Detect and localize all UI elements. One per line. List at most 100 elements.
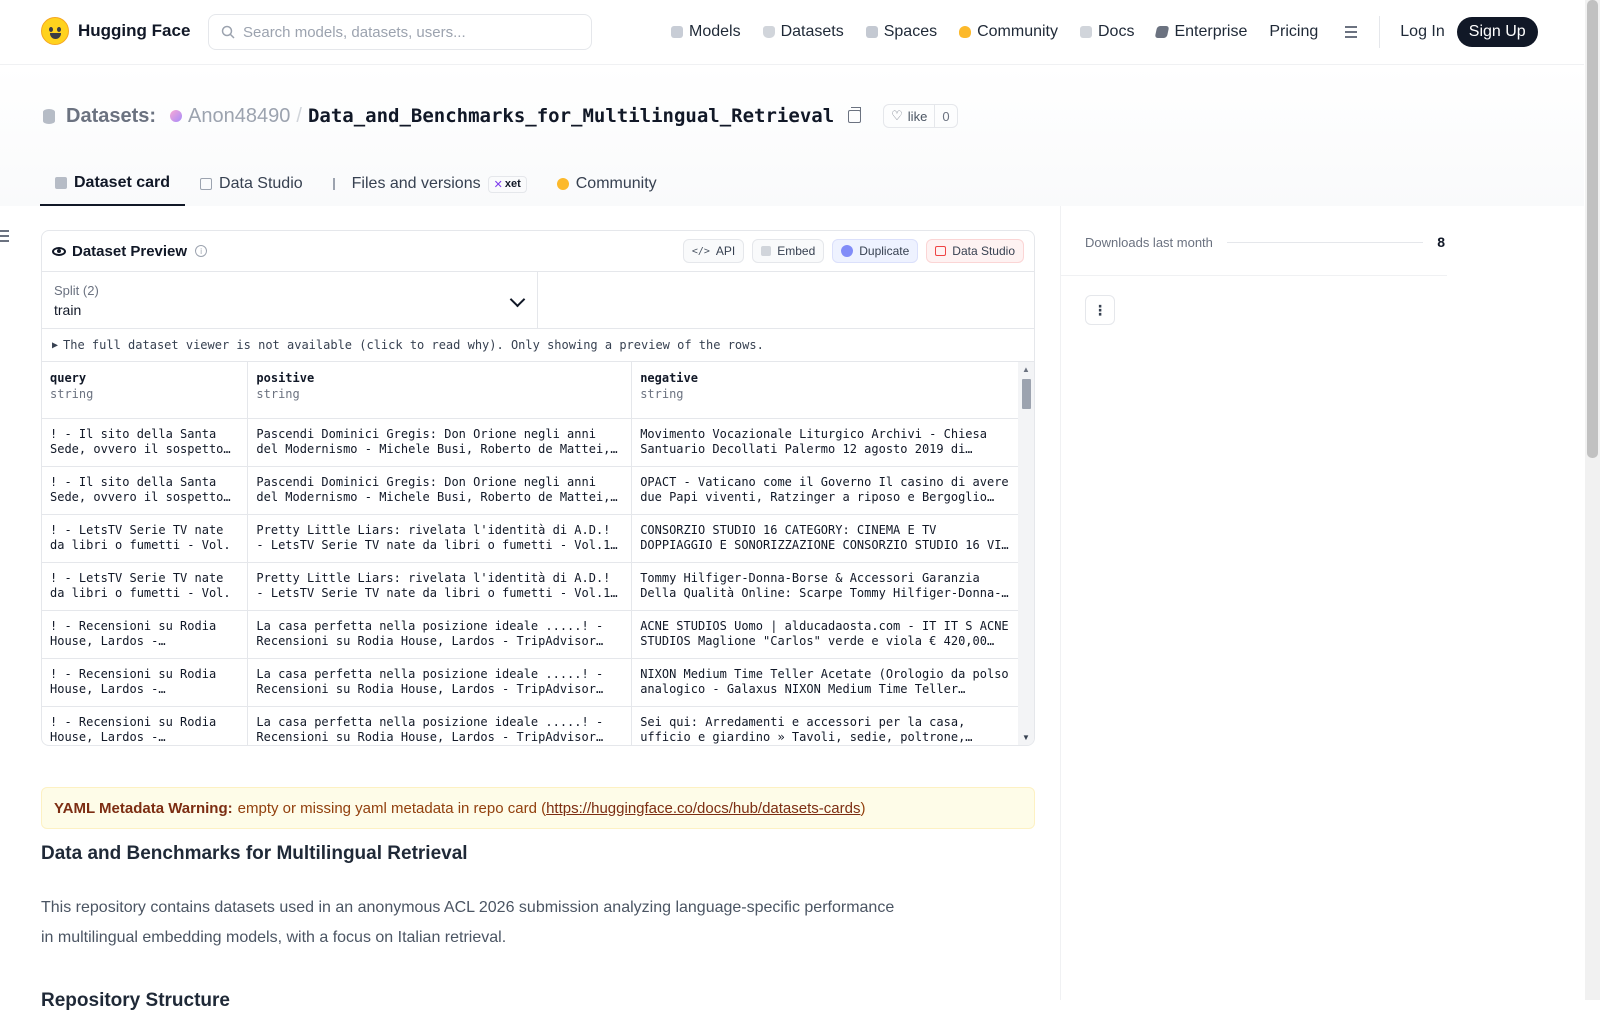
- tab-dataset-card[interactable]: Dataset card: [40, 162, 186, 206]
- column-header[interactable]: negative string: [631, 362, 1020, 419]
- main-nav-links: Models Datasets Spaces Community Docs En…: [660, 0, 1538, 64]
- data-studio-button[interactable]: Data Studio: [926, 239, 1024, 263]
- table-cell[interactable]: ! - Recensioni su Rodia House, Lardos - …: [42, 706, 249, 745]
- table-cell[interactable]: La casa perfetta nella posizione ideale …: [247, 610, 633, 659]
- table-cell[interactable]: OPACT - Vaticano come il Governo Il casi…: [631, 466, 1020, 515]
- tab-files-and-versions[interactable]: Files and versions ✕ xet: [318, 162, 542, 206]
- table-cell[interactable]: Pretty Little Liars: rivelata l'identità…: [247, 562, 633, 611]
- split-label: Split (2): [54, 283, 99, 298]
- nav-community[interactable]: Community: [948, 0, 1069, 64]
- login-link[interactable]: Log In: [1388, 23, 1456, 41]
- search-box[interactable]: [208, 14, 592, 50]
- downloads-sparkline: [1226, 241, 1424, 243]
- hugging-face-logo-icon: [41, 17, 69, 45]
- scroll-down-arrow-icon[interactable]: ▼: [1022, 733, 1030, 742]
- datasets-cards-link[interactable]: https://huggingface.co/docs/hub/datasets…: [546, 800, 860, 817]
- repo-tabs: Dataset card Data Studio Files and versi…: [40, 162, 672, 206]
- scroll-up-arrow-icon[interactable]: ▲: [1022, 365, 1030, 374]
- api-button[interactable]: </> API: [682, 239, 745, 263]
- nav-models[interactable]: Models: [660, 0, 752, 64]
- table-cell[interactable]: Pascendi Dominici Gregis: Don Orione neg…: [247, 418, 633, 467]
- table-cell[interactable]: ! - Recensioni su Rodia House, Lardos - …: [42, 610, 249, 659]
- page-scrollbar[interactable]: [1585, 0, 1600, 1000]
- downloads-value: 8: [1437, 234, 1445, 250]
- preview-header: Dataset Preview i </> API Embed Duplicate…: [42, 231, 1034, 272]
- kebab-icon: ⋮: [1093, 301, 1107, 318]
- card-description: This repository contains datasets used i…: [41, 899, 895, 946]
- docs-icon: [1080, 26, 1092, 38]
- table-cell[interactable]: ! - Il sito della Santa Sede, ovvero il …: [42, 466, 249, 515]
- search-input[interactable]: [243, 23, 573, 41]
- warning-text-close: ): [860, 799, 866, 817]
- like-count[interactable]: 0: [935, 109, 956, 124]
- nav-enterprise[interactable]: Enterprise: [1145, 0, 1258, 64]
- preview-actions: </> API Embed Duplicate Data Studio: [682, 239, 1024, 263]
- column-header[interactable]: query string: [42, 362, 249, 419]
- more-options-button[interactable]: ⋮: [1085, 295, 1115, 325]
- nav-datasets[interactable]: Datasets: [752, 0, 855, 64]
- column-header[interactable]: positive string: [247, 362, 633, 419]
- repo-owner-link[interactable]: Anon48490: [188, 105, 290, 128]
- table-row[interactable]: ! - Recensioni su Rodia House, Lardos - …: [42, 610, 1020, 659]
- table-cell[interactable]: ! - LetsTV Serie TV nate da libri o fume…: [42, 514, 249, 563]
- duplicate-button[interactable]: Duplicate: [832, 239, 919, 263]
- table-cell[interactable]: Tommy Hilfiger-Donna-Borse & Accessori G…: [631, 562, 1020, 611]
- table-cell[interactable]: Pretty Little Liars: rivelata l'identità…: [247, 514, 633, 563]
- spaces-icon: [865, 26, 878, 38]
- table-cell[interactable]: ! - Recensioni su Rodia House, Lardos - …: [42, 658, 249, 707]
- table-row[interactable]: ! - Il sito della Santa Sede, ovvero il …: [42, 418, 1020, 467]
- table-cell[interactable]: Pascendi Dominici Gregis: Don Orione neg…: [247, 466, 633, 515]
- xet-icon: ✕: [493, 178, 503, 191]
- xet-badge: ✕ xet: [487, 175, 527, 193]
- duplicate-icon: [841, 245, 854, 257]
- dataset-preview: Dataset Preview i </> API Embed Duplicate…: [41, 230, 1035, 746]
- like-widget: ♡ like 0: [883, 104, 958, 128]
- page-scrollbar-thumb[interactable]: [1587, 0, 1598, 458]
- table-row[interactable]: ! - Recensioni su Rodia House, Lardos - …: [42, 658, 1020, 707]
- table-cell[interactable]: ! - Il sito della Santa Sede, ovvero il …: [42, 418, 249, 467]
- nav-pricing[interactable]: Pricing: [1258, 0, 1329, 64]
- community-icon: [556, 178, 569, 190]
- nav-spaces[interactable]: Spaces: [855, 0, 948, 64]
- warning-label: YAML Metadata Warning:: [54, 799, 233, 817]
- viewer-notice[interactable]: ▶ The full dataset viewer is not availabl…: [42, 329, 1034, 362]
- info-icon[interactable]: i: [195, 245, 208, 257]
- brand-logo[interactable]: Hugging Face: [41, 17, 190, 45]
- signup-button[interactable]: Sign Up: [1456, 17, 1538, 47]
- table-cell[interactable]: ACNE STUDIOS Uomo | alducadaosta.com - I…: [631, 610, 1020, 659]
- table-row[interactable]: ! - LetsTV Serie TV nate da libri o fume…: [42, 514, 1020, 563]
- breadcrumb-separator: /: [296, 104, 302, 127]
- table-cell[interactable]: NIXON Medium Time Teller Acetate (Orolog…: [631, 658, 1020, 707]
- sidebar-divider: [1061, 275, 1447, 276]
- table-row[interactable]: ! - LetsTV Serie TV nate da libri o fume…: [42, 562, 1020, 611]
- table-cell[interactable]: Sei qui: Arredamenti e accessori per la …: [631, 706, 1020, 745]
- copy-icon[interactable]: [848, 106, 862, 123]
- tab-data-studio[interactable]: Data Studio: [185, 162, 318, 206]
- card-heading: Data and Benchmarks for Multilingual Ret…: [41, 843, 468, 864]
- downloads-label: Downloads last month: [1085, 234, 1213, 250]
- yaml-metadata-warning: YAML Metadata Warning: empty or missing …: [41, 787, 1035, 829]
- table-row[interactable]: ! - Il sito della Santa Sede, ovvero il …: [42, 466, 1020, 515]
- user-avatar[interactable]: [170, 110, 183, 122]
- tab-community[interactable]: Community: [542, 162, 672, 206]
- embed-button[interactable]: Embed: [752, 239, 825, 263]
- community-icon: [959, 26, 972, 38]
- repo-name[interactable]: Data_and_Benchmarks_for_Multilingual_Ret…: [308, 105, 834, 127]
- nav-more-menu[interactable]: [1329, 0, 1371, 64]
- toc-toggle[interactable]: [0, 230, 10, 244]
- files-icon: [332, 178, 345, 190]
- like-button[interactable]: ♡ like: [884, 105, 936, 127]
- split-select[interactable]: Split (2) train: [42, 272, 538, 328]
- table-cell[interactable]: La casa perfetta nella posizione ideale …: [247, 658, 633, 707]
- table-cell[interactable]: La casa perfetta nella posizione ideale …: [247, 706, 633, 745]
- repo-type-label[interactable]: Datasets:: [66, 105, 156, 128]
- scrollbar-thumb[interactable]: [1022, 379, 1031, 409]
- table-cell[interactable]: ! - LetsTV Serie TV nate da libri o fume…: [42, 562, 249, 611]
- table-cell[interactable]: Movimento Vocazionale Liturgico Archivi …: [631, 418, 1020, 467]
- nav-docs[interactable]: Docs: [1069, 0, 1145, 64]
- grid-scrollbar[interactable]: ▲ ▼: [1018, 362, 1034, 745]
- table-cell[interactable]: CONSORZIO STUDIO 16 CATEGORY: CINEMA E T…: [631, 514, 1020, 563]
- datasets-icon: [762, 26, 775, 38]
- downloads-stat: Downloads last month 8: [1085, 234, 1445, 250]
- table-row[interactable]: ! - Recensioni su Rodia House, Lardos - …: [42, 706, 1020, 745]
